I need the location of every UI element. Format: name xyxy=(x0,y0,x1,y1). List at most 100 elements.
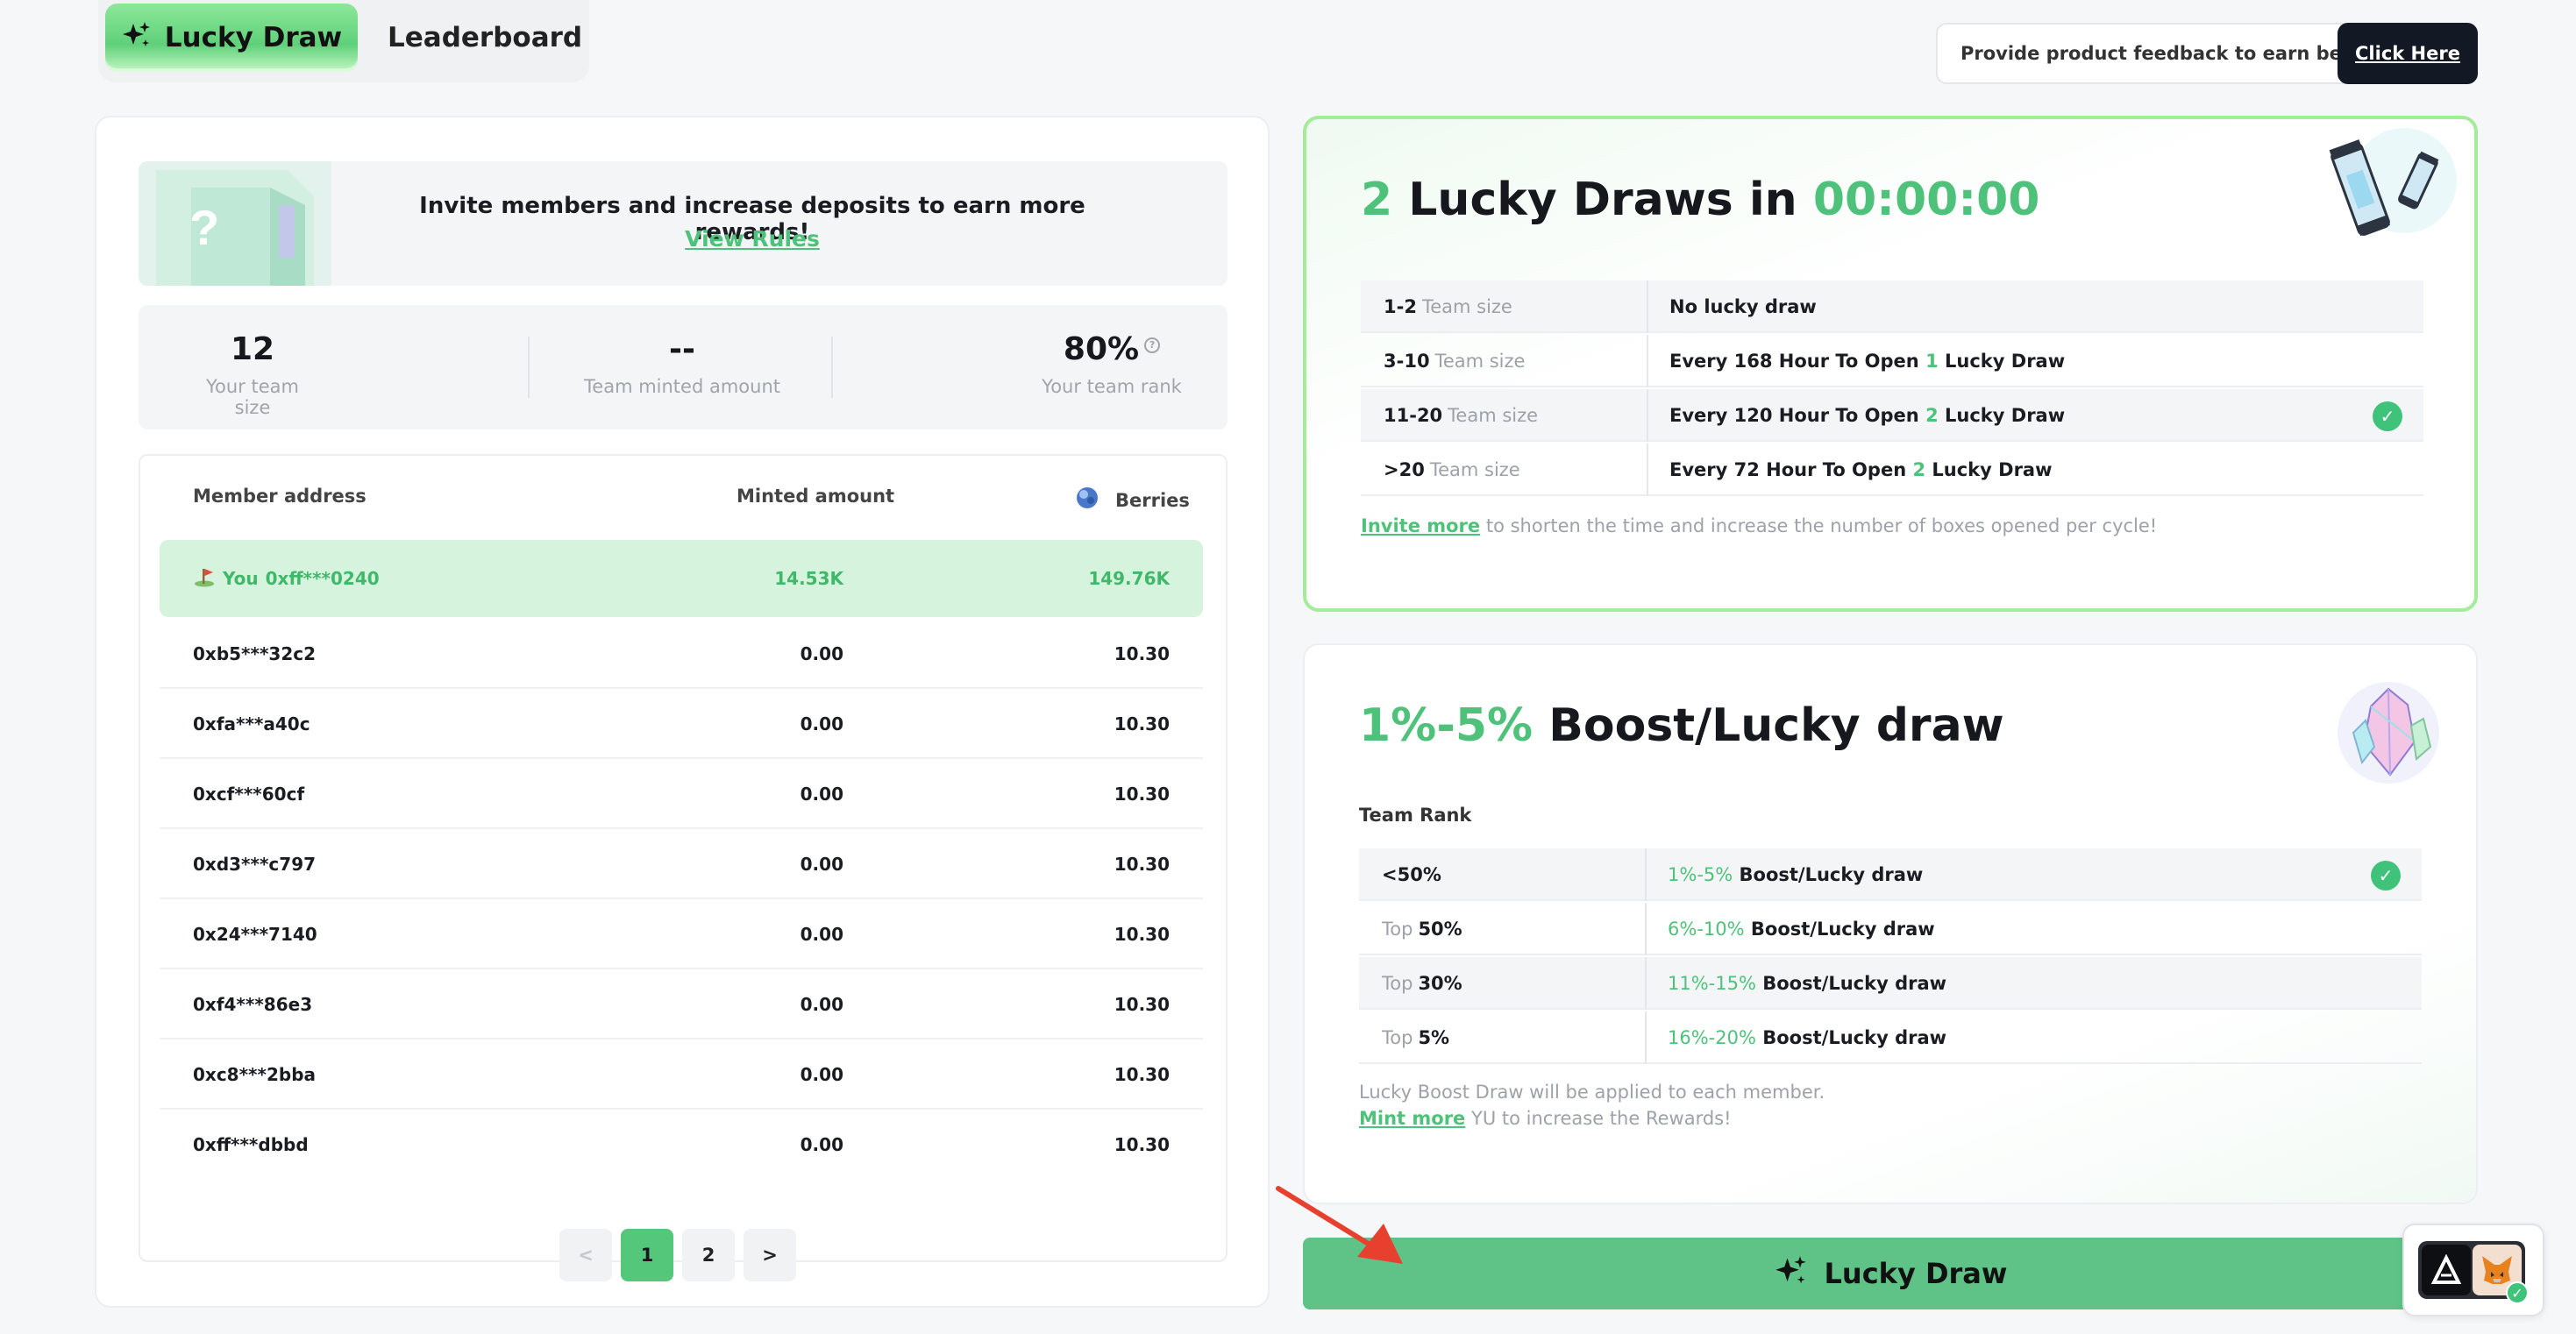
title-text: Lucky Draws in xyxy=(1408,174,1797,226)
team-panel: ? Invite members and increase deposits t… xyxy=(95,116,1270,1308)
stat-value: -- xyxy=(669,331,695,367)
berries-amount: 10.30 xyxy=(1114,643,1170,664)
view-rules-link[interactable]: View Rules xyxy=(384,226,1121,252)
click-here-button[interactable]: Click Here xyxy=(2338,23,2478,84)
boost-percent: 11%-15% xyxy=(1668,973,1756,994)
team-size-range: 11-20 xyxy=(1384,405,1443,426)
page-2-button[interactable]: 2 xyxy=(682,1229,735,1281)
info-icon[interactable]: ? xyxy=(1144,337,1161,353)
minted-amount: 0.00 xyxy=(800,643,843,664)
table-row[interactable]: 0xfa***a40c 0.00 10.30 xyxy=(160,689,1203,759)
member-address: 0xf4***86e3 xyxy=(193,994,313,1015)
tab-leaderboard[interactable]: Leaderboard xyxy=(388,4,582,72)
boost-percent: 1%-5% xyxy=(1668,864,1733,885)
column-header-address: Member address xyxy=(193,486,366,507)
boost-percent: 6%-10% xyxy=(1668,919,1745,940)
member-address: 0xc8***2bba xyxy=(193,1064,317,1085)
draw-rule-suffix: Lucky Draw xyxy=(1945,351,2066,372)
feedback-banner: Provide product feedback to earn berries… xyxy=(1936,23,2478,84)
team-size-unit: Team size xyxy=(1421,296,1512,317)
team-rank-table: <50% 1%-5% Boost/Lucky draw ✓ Top 50% 6%-… xyxy=(1359,848,2422,1064)
berries-amount: 10.30 xyxy=(1114,854,1170,875)
minted-amount: 0.00 xyxy=(800,994,843,1015)
team-size-row-active: 11-20 Team size Every 120 Hour To Open 2 … xyxy=(1361,389,2423,442)
member-address: 0xb5***32c2 xyxy=(193,643,317,664)
countdown-timer: 00:00:00 xyxy=(1812,174,2040,226)
team-size-range: 1-2 xyxy=(1384,296,1417,317)
crystal-icon xyxy=(2338,682,2439,784)
berries-amount: 10.30 xyxy=(1114,713,1170,734)
lucky-draw-button[interactable]: Lucky Draw xyxy=(1303,1238,2478,1309)
table-row[interactable]: 0xc8***2bba 0.00 10.30 xyxy=(160,1040,1203,1110)
team-size-unit: Team size xyxy=(1448,405,1539,426)
table-row[interactable]: 0x24***7140 0.00 10.30 xyxy=(160,899,1203,969)
berries-amount: 10.30 xyxy=(1114,1064,1170,1085)
app-logo-icon xyxy=(2422,1245,2471,1295)
team-size-range: >20 xyxy=(1384,459,1425,480)
table-row[interactable]: 0xcf***60cf 0.00 10.30 xyxy=(160,759,1203,829)
mint-more-link[interactable]: Mint more xyxy=(1359,1108,1465,1129)
team-size-unit: Team size xyxy=(1434,351,1526,372)
members-table: Member address Minted amount Berries You… xyxy=(139,454,1228,1281)
team-size-unit: Team size xyxy=(1429,459,1520,480)
boost-title: 1%-5% Boost/Lucky draw xyxy=(1359,699,2004,752)
boost-text: Boost/Lucky draw xyxy=(1750,919,1935,940)
boost-note-line1: Lucky Boost Draw will be applied to each… xyxy=(1359,1082,1825,1103)
team-size-row: 1-2 Team size No lucky draw xyxy=(1361,280,2423,333)
boost-title-text: Boost/Lucky draw xyxy=(1548,699,2004,752)
team-stats: 12 Your team size -- Team minted amount … xyxy=(139,305,1228,429)
table-row-current-user[interactable]: You 0xff***0240 14.53K 149.76K xyxy=(160,540,1203,617)
draw-rule-count: 2 xyxy=(1925,405,1939,426)
team-size-row: 3-10 Team size Every 168 Hour To Open 1 L… xyxy=(1361,335,2423,387)
prev-page-button[interactable]: < xyxy=(559,1229,612,1281)
berries-amount: 10.30 xyxy=(1114,994,1170,1015)
note-text: to shorten the time and increase the num… xyxy=(1485,515,2158,536)
column-header-berries: Berries xyxy=(1075,486,1190,514)
table-row[interactable]: 0xf4***86e3 0.00 10.30 xyxy=(160,969,1203,1040)
draw-count: 2 xyxy=(1361,174,1393,226)
berries-amount: 10.30 xyxy=(1114,1134,1170,1155)
member-address: 0xff***dbbd xyxy=(193,1134,309,1155)
next-page-button[interactable]: > xyxy=(744,1229,796,1281)
minted-amount: 14.53K xyxy=(774,568,843,589)
rank-prefix: Top xyxy=(1382,973,1413,994)
berries-amount: 149.76K xyxy=(1088,568,1170,589)
divider xyxy=(831,337,833,398)
red-arrow-icon xyxy=(1276,1186,1403,1264)
tab-lucky-draw[interactable]: Lucky Draw xyxy=(105,4,358,72)
stat-team-size: 12 Your team size xyxy=(191,331,314,418)
boost-text: Boost/Lucky draw xyxy=(1762,973,1947,994)
team-rank-row: Top 50% 6%-10% Boost/Lucky draw xyxy=(1359,903,2422,955)
stat-team-rank: 80%? Your team rank xyxy=(1015,331,1208,397)
table-row[interactable]: 0xff***dbbd 0.00 10.30 xyxy=(160,1110,1203,1180)
boost-text: Boost/Lucky draw xyxy=(1739,864,1924,885)
stat-label: Your team size xyxy=(206,376,299,418)
minted-amount: 0.00 xyxy=(800,854,843,875)
team-rank-row: Top 5% 16%-20% Boost/Lucky draw xyxy=(1359,1011,2422,1064)
stat-value: 12 xyxy=(230,331,275,367)
rank-value: 30% xyxy=(1418,973,1462,994)
feedback-text: Provide product feedback to earn berries… xyxy=(1960,43,2399,64)
member-address: 0xd3***c797 xyxy=(193,854,317,875)
wallet-widget[interactable]: ✓ xyxy=(2402,1224,2544,1316)
tab-label: Leaderboard xyxy=(388,22,583,53)
table-row[interactable]: 0xd3***c797 0.00 10.30 xyxy=(160,829,1203,899)
divider xyxy=(528,337,530,398)
invite-more-link[interactable]: Invite more xyxy=(1361,515,1480,536)
invite-banner: ? Invite members and increase deposits t… xyxy=(139,161,1228,286)
draw-rule: Every 168 Hour To Open xyxy=(1669,351,1919,372)
stat-label: Team minted amount xyxy=(584,376,780,397)
member-address: 0xcf***60cf xyxy=(193,784,305,805)
table-row[interactable]: 0xb5***32c2 0.00 10.30 xyxy=(160,619,1203,689)
team-rank-row: Top 30% 11%-15% Boost/Lucky draw xyxy=(1359,957,2422,1010)
rank-value: <50% xyxy=(1382,864,1441,885)
mint-more-note: Mint more YU to increase the Rewards! xyxy=(1359,1108,1732,1129)
rank-prefix: Top xyxy=(1382,919,1413,940)
boost-percent: 16%-20% xyxy=(1668,1027,1756,1048)
draw-rule-count: 1 xyxy=(1925,351,1939,372)
stat-minted-amount: -- Team minted amount xyxy=(577,331,787,397)
you-prefix: You xyxy=(223,568,259,589)
member-address-value: 0xff***0240 xyxy=(265,568,380,589)
page-1-button[interactable]: 1 xyxy=(621,1229,673,1281)
lucky-draw-button-label: Lucky Draw xyxy=(1824,1257,2008,1290)
